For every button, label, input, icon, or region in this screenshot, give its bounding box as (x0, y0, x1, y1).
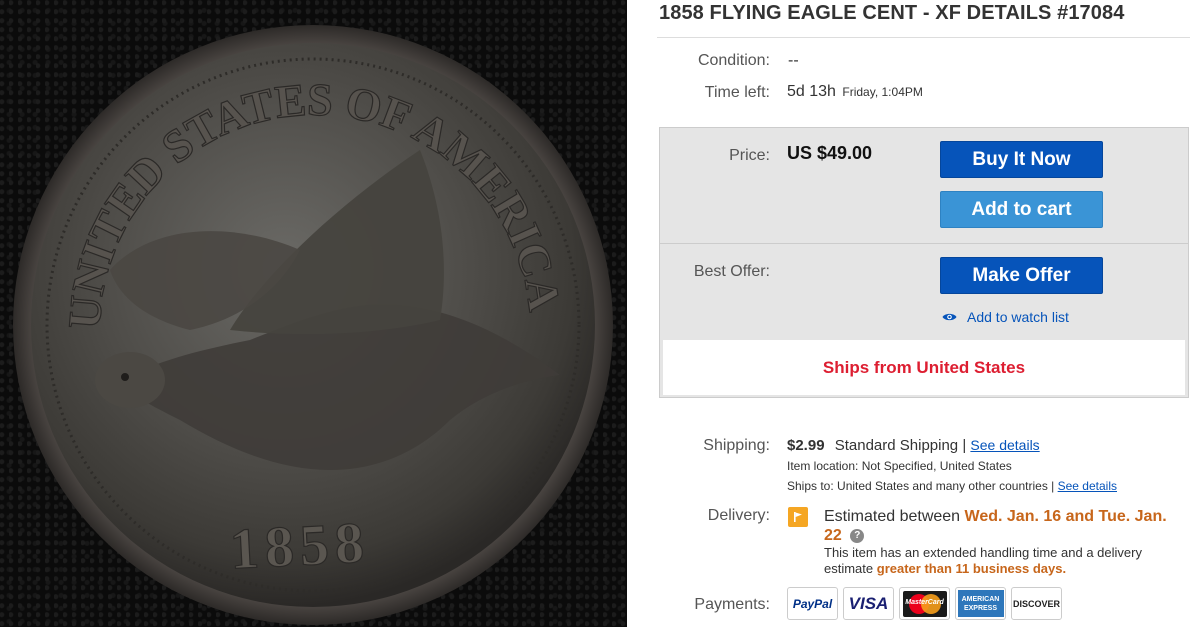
visa-logo: VISA (843, 587, 894, 620)
coin-image: UNITED STATES OF AMERICA 1858 (13, 25, 613, 625)
price-value: US $49.00 (787, 143, 873, 163)
coin-year-text: 1858 (228, 509, 371, 581)
condition-value: -- (788, 52, 799, 69)
watch-label: Add to watch list (967, 309, 1069, 325)
delivery-note-line2: estimate (824, 561, 874, 576)
buy-it-now-button[interactable]: Buy It Now (940, 141, 1103, 178)
delivery-dates-line1: Wed. Jan. 16 and Tue. Jan. (964, 508, 1167, 525)
add-to-watch-list-link[interactable]: Add to watch list (942, 309, 1069, 325)
shipping-cost: $2.99 (787, 437, 825, 454)
shipping-method: Standard Shipping (834, 437, 959, 454)
mastercard-logo: MasterCard (899, 587, 950, 620)
title-divider (657, 37, 1190, 38)
purchase-box: Price: US $49.00 Buy It Now Add to cart … (659, 127, 1189, 398)
ships-to-see-details-link[interactable]: See details (1058, 479, 1117, 493)
delivery-estimate: Estimated between Wed. Jan. 16 and Tue. … (824, 507, 1194, 545)
shipping-label: Shipping: (703, 437, 770, 454)
time-left-duration: 5d 13h (787, 83, 836, 100)
shipping-see-details-link[interactable]: See details (970, 437, 1039, 453)
add-to-cart-button[interactable]: Add to cart (940, 191, 1103, 228)
paypal-logo: PayPal (787, 587, 838, 620)
box-divider (660, 243, 1188, 244)
shipping-separator: | (962, 437, 967, 454)
item-photo[interactable]: UNITED STATES OF AMERICA 1858 (0, 0, 627, 627)
delivery-note: This item has an extended handling time … (824, 545, 1194, 577)
delivery-note-line1: This item has an extended handling time … (824, 545, 1142, 560)
time-left-label: Time left: (704, 84, 770, 101)
item-location: Item location: Not Specified, United Sta… (787, 459, 1012, 473)
eye-icon (942, 313, 957, 321)
ships-from-banner: Ships from United States (663, 340, 1185, 395)
condition-label: Condition: (697, 52, 770, 69)
delivery-prefix: Estimated between (824, 508, 961, 525)
amex-logo: AMERICAN EXPRESS (955, 587, 1006, 620)
ships-to-separator: | (1051, 479, 1055, 493)
make-offer-button[interactable]: Make Offer (940, 257, 1103, 294)
payments-label: Payments: (694, 596, 770, 613)
time-left-value: 5d 13h Friday, 1:04PM (787, 83, 923, 101)
delivery-flag-icon (788, 507, 808, 527)
delivery-note-highlight: greater than 11 business days. (876, 561, 1067, 576)
time-left-end: Friday, 1:04PM (842, 85, 923, 99)
delivery-dates-line2: 22 (824, 527, 842, 544)
shipping-line: $2.99 Standard Shipping | See details (787, 437, 1040, 454)
discover-logo: DISCOVER (1011, 587, 1062, 620)
ships-to-line: Ships to: United States and many other c… (787, 479, 1117, 493)
delivery-label: Delivery: (707, 507, 770, 524)
ships-to-text: Ships to: United States and many other c… (787, 479, 1048, 493)
help-icon[interactable]: ? (850, 529, 865, 543)
listing-panel: 1858 FLYING EAGLE CENT - XF DETAILS #170… (627, 0, 1199, 627)
best-offer-label: Best Offer: (693, 263, 770, 280)
listing-title: 1858 FLYING EAGLE CENT - XF DETAILS #170… (659, 2, 1125, 24)
price-label: Price: (729, 147, 770, 164)
